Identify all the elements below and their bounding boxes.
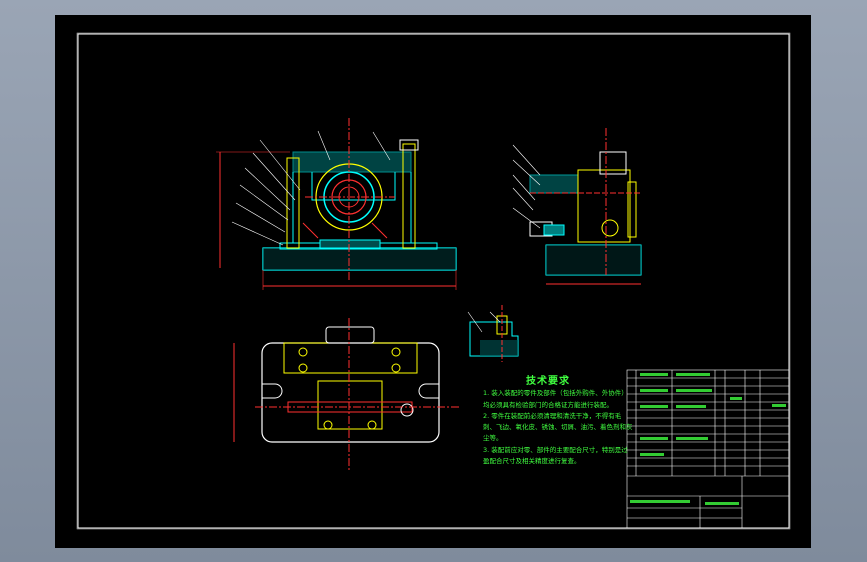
front-view [216,118,457,290]
inner-border-frame [77,33,790,529]
technical-requirement-3: 3. 装配前应对零、部件的主要配合尺寸，特别是过盈配合尺寸及相关精度进行复查。 [483,445,628,466]
title-block-text [630,373,786,505]
technical-requirements: 技术要求 1. 装入装配的零件及部件（包括外购件、外协件）均必须具有检验部门的合… [483,376,633,467]
technical-requirement-2: 2. 零件在装配前必须清理和清洗干净，不得有毛刺、飞边、氧化皮、锈蚀、切屑、油污… [483,411,633,443]
top-view [233,318,460,470]
outer-border-frame [76,32,791,530]
detail-view [467,305,519,362]
technical-requirements-title: 技术要求 [526,376,570,387]
side-view [512,128,642,285]
technical-requirement-1: 1. 装入装配的零件及部件（包括外购件、外协件）均必须具有检验部门的合格证方能进… [483,389,628,409]
cad-drawing-canvas[interactable] [0,0,867,562]
